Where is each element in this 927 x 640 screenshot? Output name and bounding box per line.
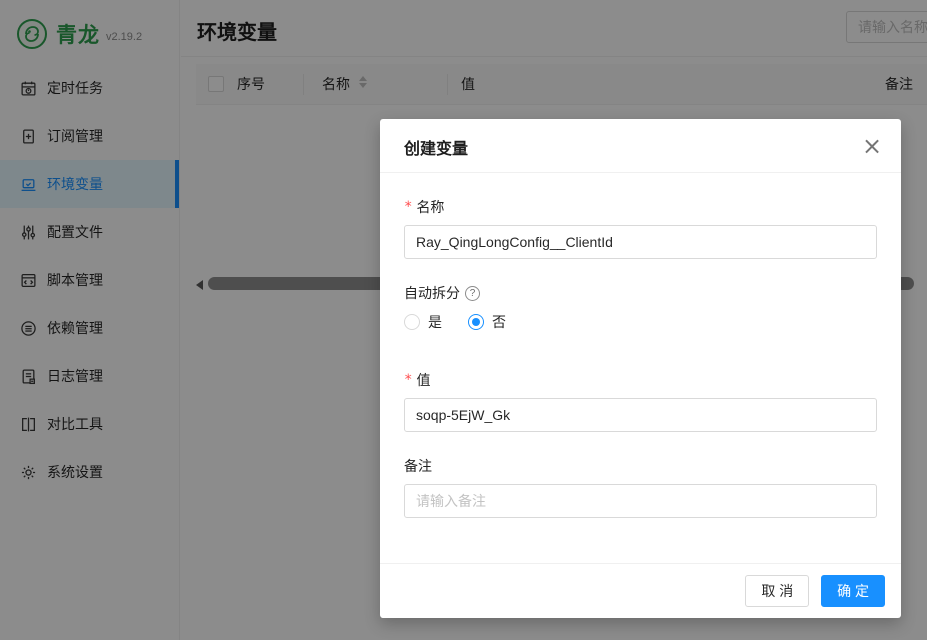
name-field[interactable]	[404, 225, 877, 259]
value-field-label: * 值	[404, 370, 877, 390]
modal-footer: 取 消 确 定	[380, 563, 901, 618]
form-item-remark: 备注	[404, 456, 877, 518]
modal-title: 创建变量	[404, 141, 468, 158]
modal-header: 创建变量	[380, 119, 901, 173]
cancel-button[interactable]: 取 消	[745, 575, 809, 607]
modal-body: * 名称 自动拆分 ? 是 否 *	[380, 173, 901, 518]
form-item-value: * 值	[404, 370, 877, 432]
name-field-label: * 名称	[404, 197, 877, 217]
create-variable-modal: 创建变量 × * 名称 自动拆分 ? 是 否	[380, 119, 901, 618]
required-asterisk: *	[404, 199, 412, 215]
radio-circle-icon	[404, 314, 420, 330]
close-icon[interactable]: ×	[857, 131, 887, 161]
required-asterisk: *	[404, 372, 412, 388]
confirm-button[interactable]: 确 定	[821, 575, 885, 607]
form-item-name: * 名称	[404, 197, 877, 259]
auto-split-label: 自动拆分 ?	[404, 283, 877, 303]
radio-circle-icon	[468, 314, 484, 330]
radio-no[interactable]: 否	[468, 312, 506, 332]
auto-split-radio-group: 是 否	[404, 311, 877, 333]
question-circle-icon[interactable]: ?	[465, 286, 480, 301]
remark-field-label: 备注	[404, 456, 877, 476]
radio-yes[interactable]: 是	[404, 312, 442, 332]
form-item-auto-split: 自动拆分 ? 是 否	[404, 283, 877, 333]
remark-field[interactable]	[404, 484, 877, 518]
value-field[interactable]	[404, 398, 877, 432]
